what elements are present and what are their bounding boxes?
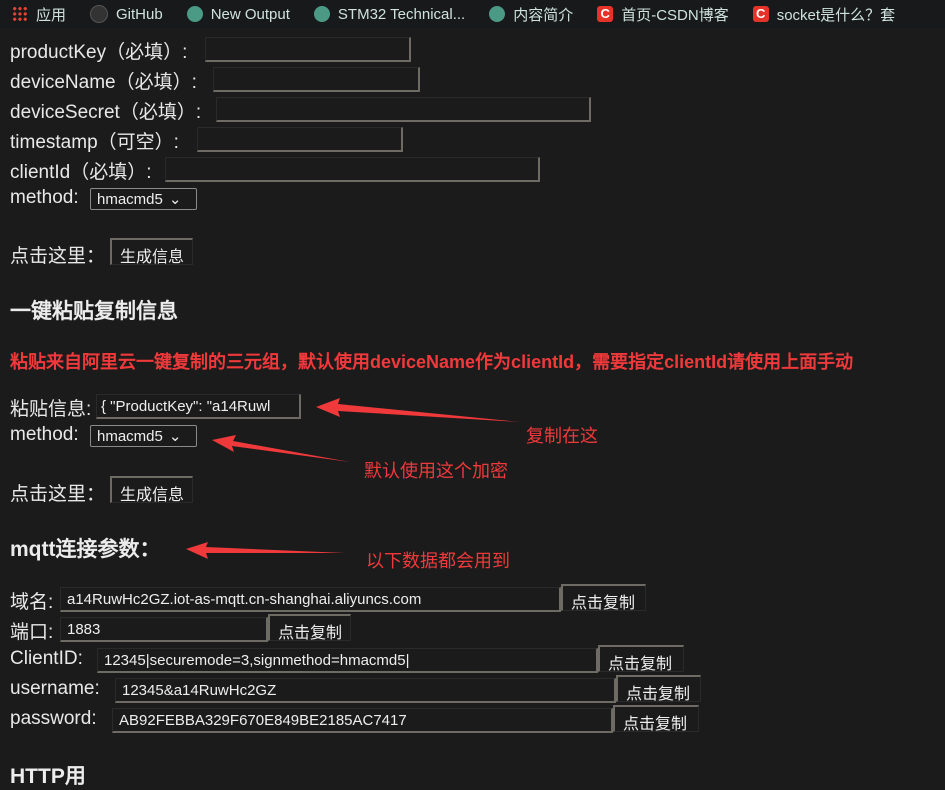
arrow-all-used [186, 542, 345, 559]
annotation-default-encrypt: 默认使用这个加密 [364, 461, 508, 481]
annotation-arrows [186, 398, 520, 559]
annotation-all-used: 以下数据都会用到 [366, 551, 510, 571]
arrow-default-encrypt [212, 435, 350, 462]
annotation-copy-here: 复制在这 [526, 426, 598, 446]
arrow-copy-here [316, 398, 520, 422]
